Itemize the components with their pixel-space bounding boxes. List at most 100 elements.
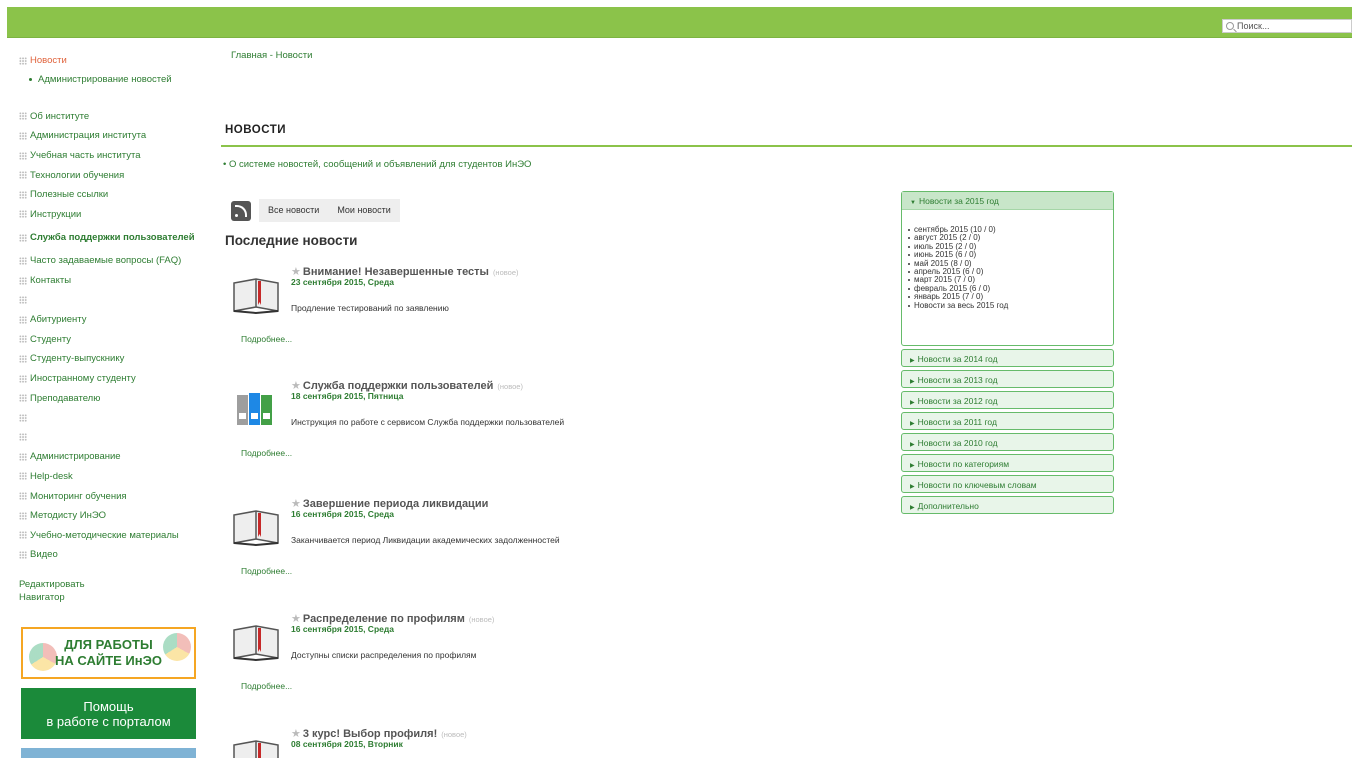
news-archive: ▼ Новости за 2015 год сентябрь 2015 (10 /… (901, 191, 1114, 514)
sidebar-item-label: Об институте (30, 110, 90, 122)
read-more-link[interactable]: Подробнее... (241, 448, 292, 458)
archive-header-label: Новости по ключевым словам (917, 480, 1037, 490)
sidebar-item-label: Администрация института (30, 130, 147, 142)
sidebar-item[interactable]: Инструкции (19, 205, 199, 225)
sidebar-item[interactable]: Преподавателю (19, 388, 199, 408)
grid-icon (19, 413, 27, 422)
grid-icon (19, 233, 27, 242)
sidebar-item[interactable]: Help-desk (19, 467, 199, 487)
portal-help-banner[interactable]: Помощь в работе с порталом (21, 688, 196, 739)
tab-my-news[interactable]: Мои новости (328, 199, 400, 222)
grid-icon (19, 452, 27, 461)
new-badge: (новое) (468, 615, 495, 624)
news-date: 16 сентября 2015, Среда (291, 624, 394, 634)
read-more-link[interactable]: Подробнее... (241, 566, 292, 576)
sidebar-item[interactable]: Администрирование (19, 447, 199, 467)
archive-header[interactable]: ▶ Новости по категориям (901, 454, 1114, 472)
grid-icon (19, 335, 27, 344)
news-date: 16 сентября 2015, Среда (291, 509, 394, 519)
grid-icon (19, 354, 27, 363)
archive-header-2015[interactable]: ▼ Новости за 2015 год (902, 192, 1113, 210)
banner-text: в работе с порталом (46, 713, 171, 729)
sidebar-item-label: Полезные ссылки (30, 189, 109, 201)
breadcrumb[interactable]: Главная - Новости (231, 50, 312, 61)
navigator-link[interactable]: Навигатор (19, 592, 199, 605)
sidebar-item-label: Студенту-выпускнику (30, 353, 125, 365)
sidebar-item[interactable]: Учебно-методические материалы (19, 525, 199, 545)
sidebar-item[interactable]: Студенту (19, 330, 199, 350)
archive-header[interactable]: ▶ Новости за 2013 год (901, 370, 1114, 388)
triangle-right-icon: ▶ (910, 505, 915, 511)
grid-icon (19, 56, 27, 65)
sidebar-item-label: Учебно-методические материалы (30, 529, 179, 541)
rss-icon[interactable] (231, 200, 251, 221)
banner-partial[interactable] (21, 748, 196, 758)
sidebar-item-label: Преподавателю (30, 392, 101, 404)
archive-header-label: Новости за 2015 год (918, 196, 999, 206)
triangle-right-icon: ▶ (910, 379, 915, 385)
bullet-icon (29, 78, 32, 82)
search-input[interactable]: Поиск... (1222, 19, 1352, 33)
grid-icon (19, 315, 27, 324)
book-icon (233, 740, 279, 758)
archive-header[interactable]: ▶ Новости за 2012 год (901, 391, 1114, 409)
sidebar-item[interactable] (19, 408, 199, 428)
sidebar-item[interactable] (19, 428, 199, 448)
bullet-icon (908, 287, 910, 290)
bullet-icon (908, 296, 910, 299)
binders-icon (237, 393, 272, 425)
sidebar-subitem-news-admin[interactable]: Администрирование новостей (19, 71, 199, 89)
triangle-right-icon: ▶ (910, 463, 915, 469)
book-icon (233, 625, 279, 662)
page-title: НОВОСТИ (225, 124, 287, 136)
sidebar-item[interactable]: Абитуриенту (19, 310, 199, 330)
sidebar-item[interactable]: Администрация института (19, 126, 199, 146)
title-divider (221, 145, 1352, 147)
sidebar-item[interactable]: Видео (19, 545, 199, 565)
news-date: 23 сентября 2015, Среда (291, 277, 394, 287)
book-icon (233, 510, 279, 547)
archive-month-list: сентябрь 2015 (10 / 0) август 2015 (2 / 0… (902, 210, 1113, 310)
sidebar-item[interactable]: Об институте (19, 107, 199, 127)
read-more-link[interactable]: Подробнее... (241, 681, 292, 691)
sidebar-item-label: Методисту ИнЭО (30, 510, 107, 522)
sidebar-item-news[interactable]: Новости (19, 51, 199, 71)
triangle-right-icon: ▶ (910, 421, 915, 427)
sidebar-item[interactable]: Технологии обучения (19, 165, 199, 185)
bullet-icon (908, 254, 910, 257)
sidebar-item[interactable]: Служба поддержки пользователей (19, 224, 199, 251)
read-more-link[interactable]: Подробнее... (241, 334, 292, 344)
bullet-icon (908, 245, 910, 248)
news-system-link[interactable]: • О системе новостей, сообщений и объявл… (223, 159, 531, 170)
triangle-down-icon: ▼ (910, 200, 916, 206)
sidebar-item[interactable]: Часто задаваемые вопросы (FAQ) (19, 251, 199, 271)
search-placeholder: Поиск... (1237, 21, 1270, 31)
archive-header[interactable]: ▶ Новости за 2010 год (901, 433, 1114, 451)
sidebar-item-label: Абитуриенту (30, 314, 87, 326)
archive-header-label: Новости за 2011 год (917, 417, 997, 427)
archive-month-link[interactable]: Новости за весь 2015 год (908, 301, 1113, 310)
sidebar-item[interactable]: Иностранному студенту (19, 369, 199, 389)
sidebar-item[interactable]: Студенту-выпускнику (19, 349, 199, 369)
sidebar-item[interactable]: Учебная часть института (19, 146, 199, 166)
bullet-icon (908, 304, 910, 307)
archive-header[interactable]: ▶ Новости за 2014 год (901, 349, 1114, 367)
tab-all-news[interactable]: Все новости (259, 199, 329, 222)
browser-banner[interactable]: ДЛЯ РАБОТЫ НА САЙТЕ ИнЭО (21, 627, 196, 679)
archive-header[interactable]: ▶ Новости по ключевым словам (901, 475, 1114, 493)
news-date: 08 сентября 2015, Вторник (291, 739, 403, 749)
sidebar-item[interactable]: Полезные ссылки (19, 185, 199, 205)
top-bar: Поиск... (7, 7, 1352, 38)
bullet-icon (908, 279, 910, 282)
sidebar-item[interactable]: Контакты (19, 271, 199, 291)
sidebar-item-label: Учебная часть института (30, 150, 141, 162)
archive-header[interactable]: ▶ Новости за 2011 год (901, 412, 1114, 430)
sidebar-item-label: Иностранному студенту (30, 373, 136, 385)
sidebar-item[interactable] (19, 290, 199, 310)
sidebar-item[interactable]: Мониторинг обучения (19, 486, 199, 506)
sidebar-item-label: Инструкции (30, 208, 82, 220)
sidebar-item[interactable]: Методисту ИнЭО (19, 506, 199, 526)
sidebar-item-label: Видео (30, 549, 58, 561)
edit-link[interactable]: Редактировать (19, 579, 199, 592)
archive-header[interactable]: ▶ Дополнительно (901, 496, 1114, 514)
